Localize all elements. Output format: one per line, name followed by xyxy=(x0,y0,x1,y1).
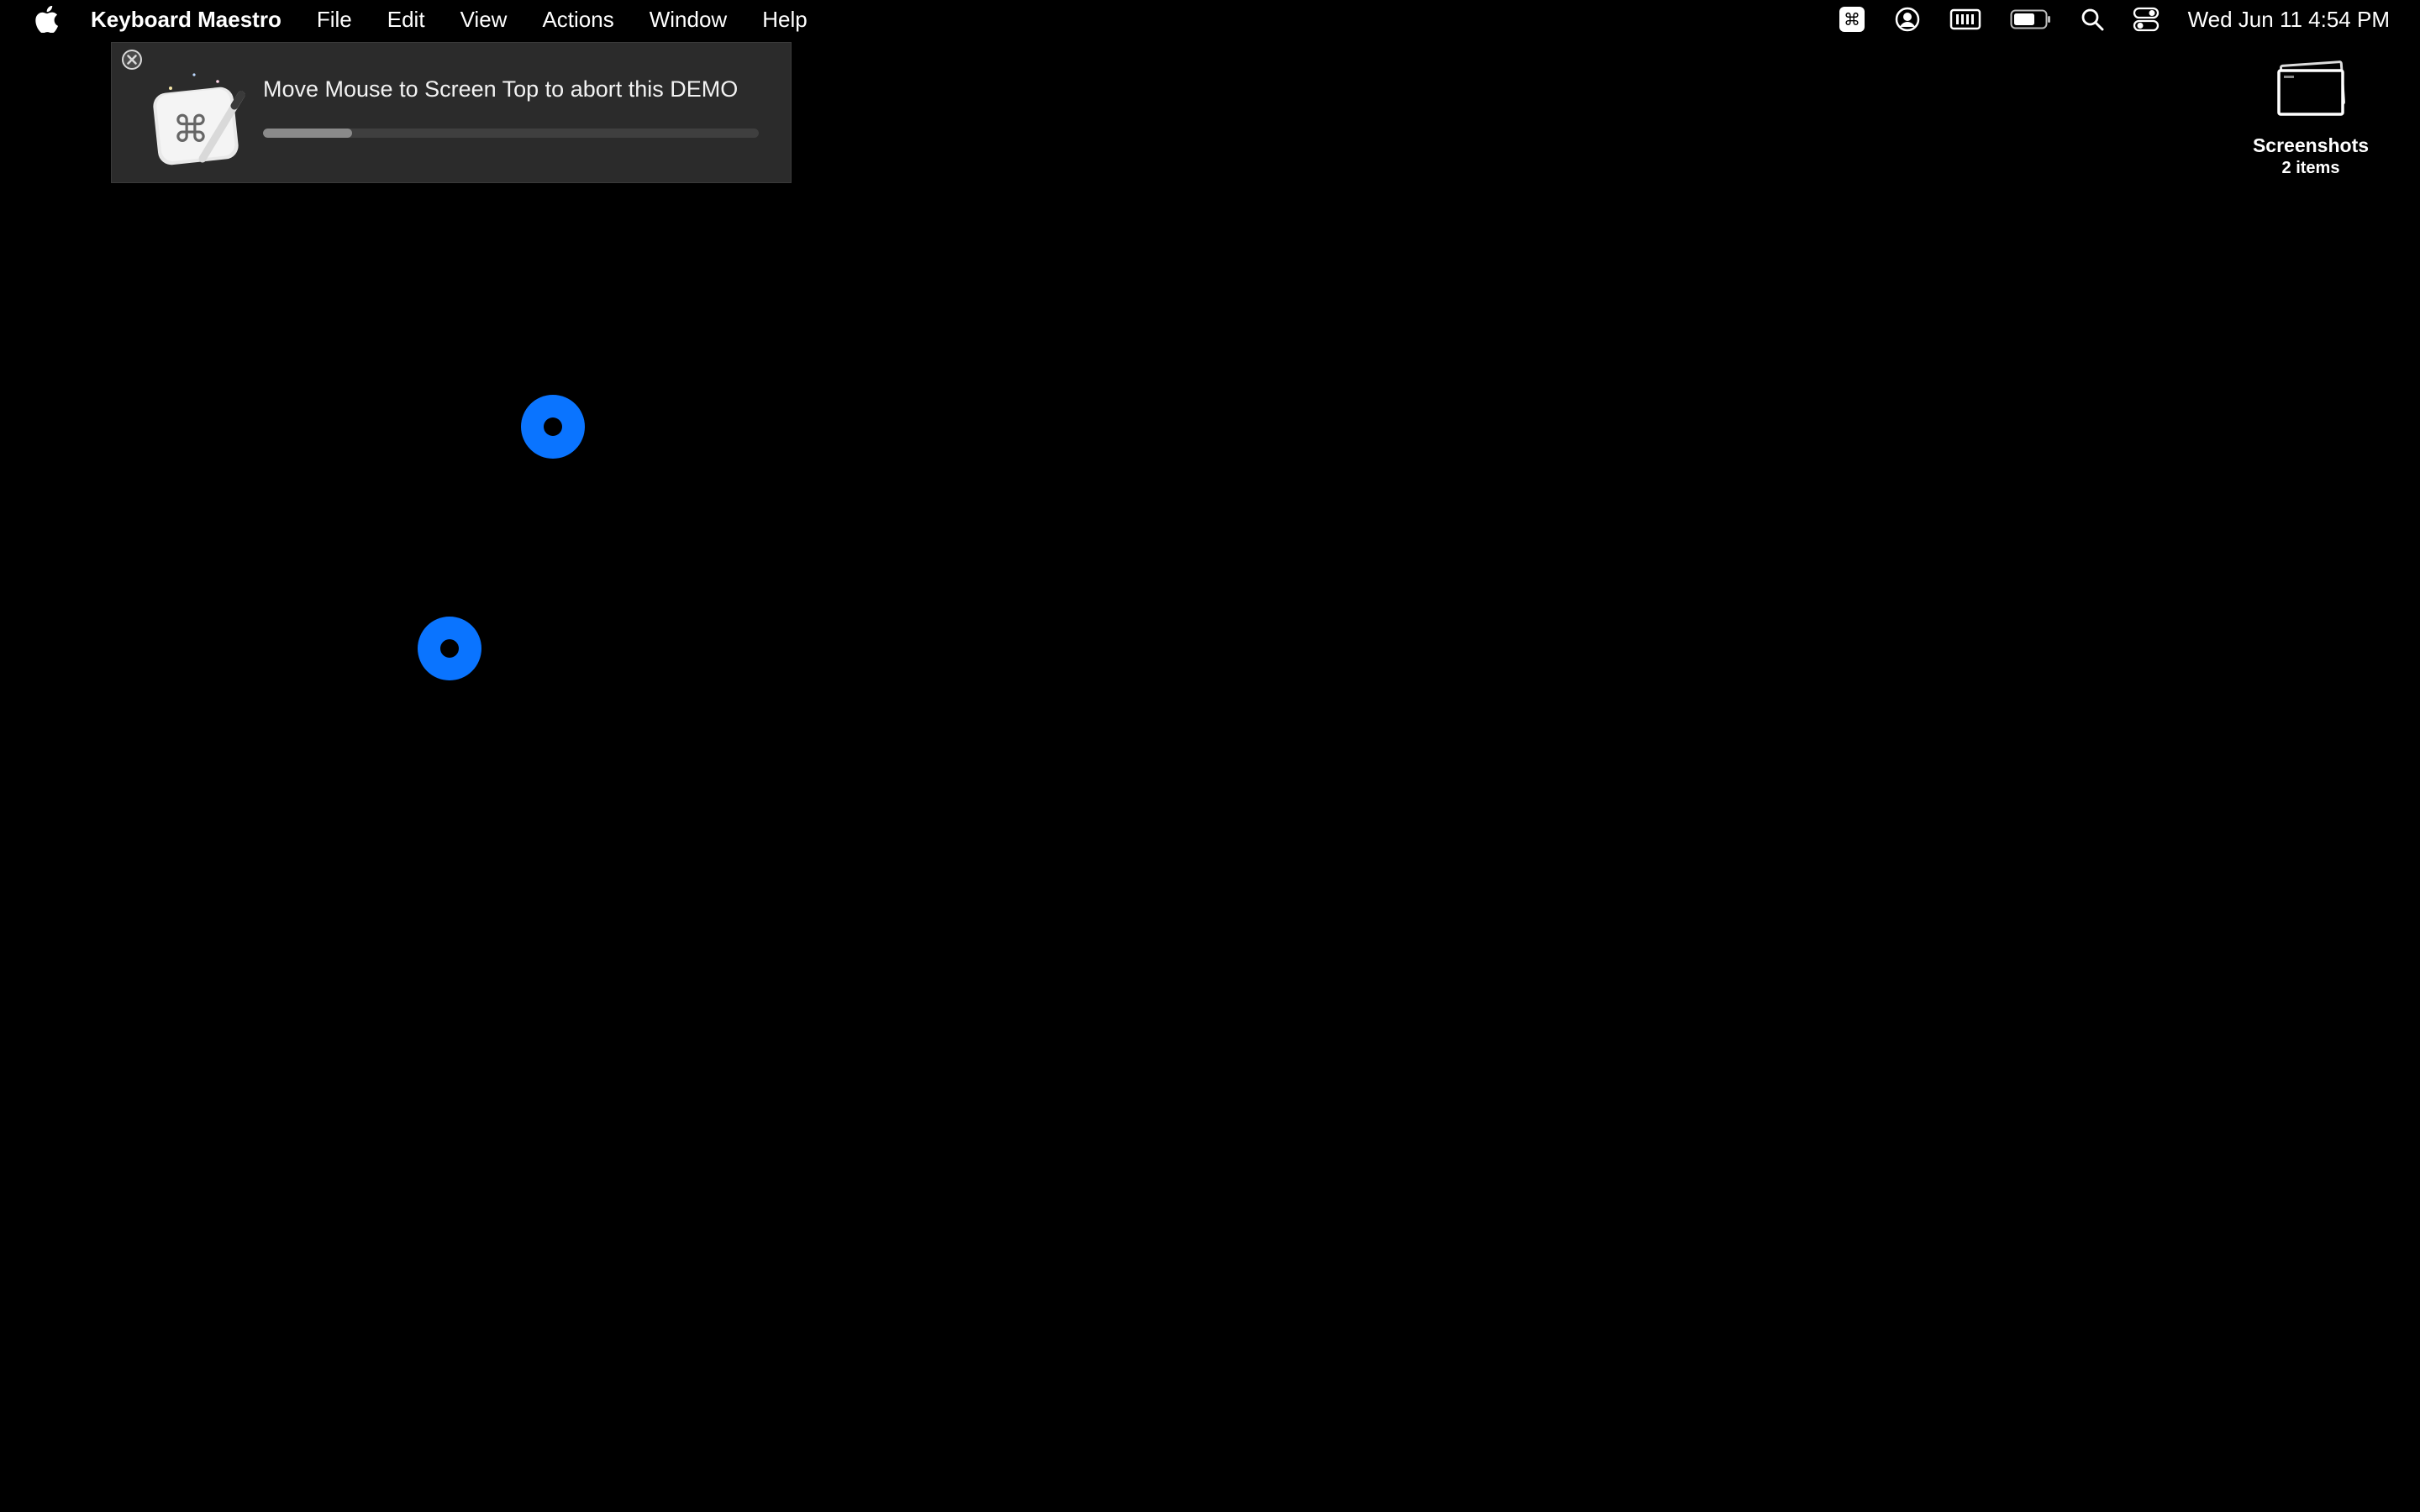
keyboard-maestro-app-icon: ⌘ xyxy=(153,73,245,165)
svg-text:⌘: ⌘ xyxy=(1844,9,1860,29)
memory-icon[interactable] xyxy=(1949,8,1981,31)
menu-bar: Keyboard Maestro File Edit View Actions … xyxy=(0,0,2420,39)
menu-view[interactable]: View xyxy=(460,7,508,33)
demo-message: Move Mouse to Screen Top to abort this D… xyxy=(263,76,739,102)
demo-progress-bar xyxy=(263,129,759,138)
menu-clock[interactable]: Wed Jun 11 4:54 PM xyxy=(2188,7,2390,33)
svg-text:⌘: ⌘ xyxy=(172,108,209,151)
demo-notification: ⌘ Move Mouse to Screen Top to abort this… xyxy=(111,42,792,183)
click-indicator-dot xyxy=(544,417,562,436)
click-indicator xyxy=(521,395,585,459)
click-indicator-dot xyxy=(440,639,459,658)
menu-actions[interactable]: Actions xyxy=(542,7,613,33)
desktop-item-screenshots[interactable]: Screenshots 2 items xyxy=(2227,59,2395,178)
menu-edit[interactable]: Edit xyxy=(387,7,425,33)
desktop-item-name: Screenshots xyxy=(2252,134,2370,156)
status-area: ⌘ Wed Jun 11 4:54 PM xyxy=(1810,0,2390,39)
menu-window[interactable]: Window xyxy=(650,7,727,33)
click-indicator xyxy=(418,617,481,680)
desktop: Keyboard Maestro File Edit View Actions … xyxy=(0,0,2420,1512)
menu-file[interactable]: File xyxy=(317,7,352,33)
menu-app-name[interactable]: Keyboard Maestro xyxy=(91,7,281,33)
battery-icon[interactable] xyxy=(2010,8,2052,30)
close-icon[interactable] xyxy=(120,48,144,71)
desktop-item-count: 2 items xyxy=(2281,159,2340,177)
folder-icon xyxy=(2277,60,2346,116)
demo-progress-fill xyxy=(263,129,353,138)
apple-icon[interactable] xyxy=(34,6,59,33)
spotlight-search-icon[interactable] xyxy=(2081,8,2104,31)
control-center-icon[interactable] xyxy=(2133,7,2160,32)
menu-items: Keyboard Maestro File Edit View Actions … xyxy=(91,0,843,39)
user-account-icon[interactable] xyxy=(1894,6,1921,33)
keyboard-maestro-icon[interactable]: ⌘ xyxy=(1839,6,1865,33)
menu-help[interactable]: Help xyxy=(762,7,807,33)
